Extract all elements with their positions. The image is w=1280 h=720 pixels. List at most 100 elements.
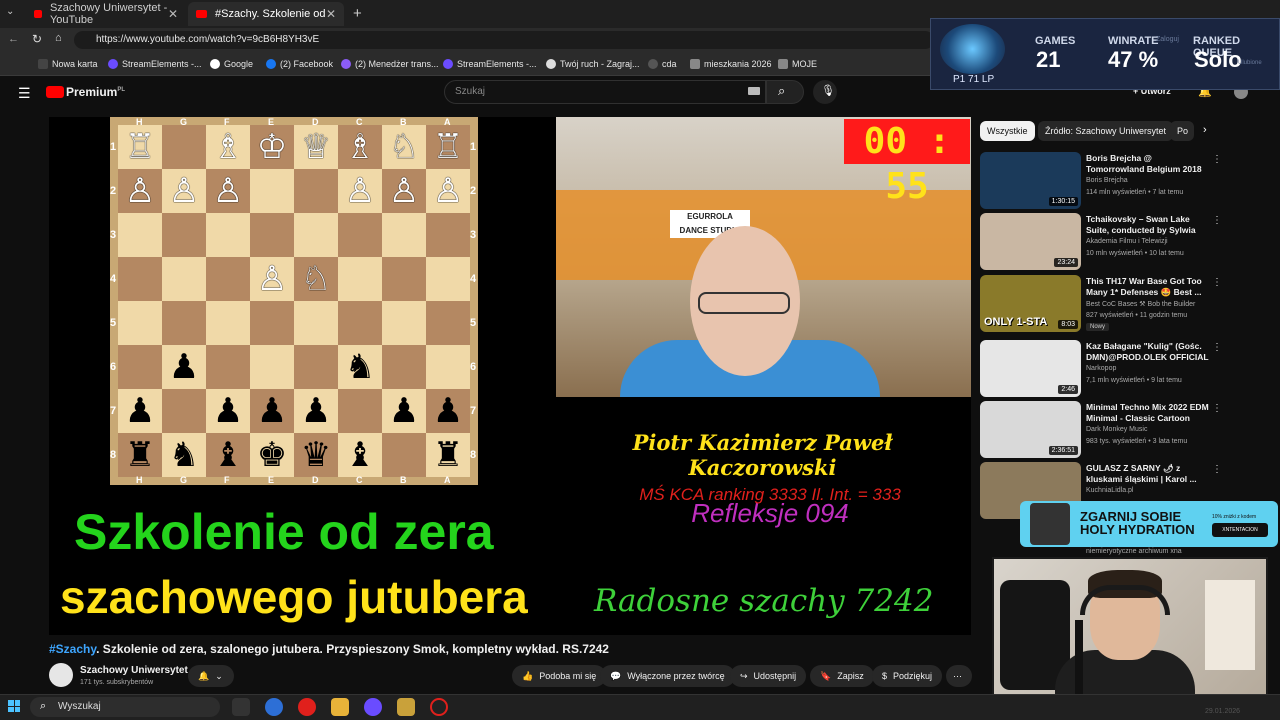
more-options-icon[interactable]: ⋮ xyxy=(1212,464,1222,475)
like-button[interactable]: 👍 Podoba mi się xyxy=(512,665,607,687)
windows-start-icon[interactable] xyxy=(8,700,20,712)
youtube-logo-icon[interactable] xyxy=(46,86,64,98)
recommendation-channel[interactable]: Narkopop xyxy=(1086,365,1116,372)
recommendation-title[interactable]: This TH17 War Base Got Too Many 1* Defen… xyxy=(1086,276,1210,298)
white-pawn-icon: ♙ xyxy=(256,259,288,299)
tab-video[interactable]: #Szachy. Szkolenie od zera, sz ✕ xyxy=(188,2,344,26)
recommendation-item[interactable]: 23:24 Tchaikovsky – Swan Lake Suite, cond… xyxy=(980,213,1270,270)
recommendation-item[interactable]: 1:30:15 Boris Brejcha @ Tomorrowland Belg… xyxy=(980,152,1270,209)
address-bar[interactable]: https://www.youtube.com/watch?v=9cB6H8YH… xyxy=(74,31,934,49)
recommendation-channel[interactable]: Akademia Filmu i Telewizji xyxy=(1086,238,1168,245)
file-explorer-icon[interactable] xyxy=(331,698,349,716)
recommendation-channel[interactable]: KuchniaLidla.pl xyxy=(1086,487,1133,494)
keyboard-icon[interactable] xyxy=(748,87,760,95)
obs-icon[interactable] xyxy=(430,698,448,716)
bookmark-item[interactable]: StreamElements -... xyxy=(108,56,202,72)
recommendation-channel[interactable]: Boris Brejcha xyxy=(1086,177,1128,184)
board-square xyxy=(338,301,382,345)
dislike-disabled-button[interactable]: 💬 Wyłączone przez twórcę xyxy=(600,665,735,687)
white-pawn-icon: ♙ xyxy=(388,171,420,211)
discord-icon[interactable] xyxy=(364,698,382,716)
file-label: A xyxy=(444,475,451,485)
bookmark-item[interactable]: cda xyxy=(648,56,677,72)
thanks-button[interactable]: $ Podziękuj xyxy=(872,665,943,687)
board-square xyxy=(250,169,294,213)
chip-source-channel[interactable]: Źródło: Szachowy Uniwersytet xyxy=(1038,121,1174,141)
recommendation-meta: 983 tys. wyświetleń • 3 lata temu xyxy=(1086,438,1188,445)
more-options-icon[interactable]: ⋮ xyxy=(1212,154,1222,165)
duration-badge: 8:03 xyxy=(1058,320,1078,329)
more-actions-button[interactable]: ⋯ xyxy=(946,665,972,687)
youtube-premium-logo[interactable]: PremiumPL xyxy=(66,85,125,99)
bookmark-item[interactable]: Nowa karta xyxy=(38,56,98,72)
queue-value: Solo xyxy=(1194,47,1242,72)
ad-code-button[interactable]: XNTENTACION xyxy=(1212,523,1268,537)
black-rook-icon: ♜ xyxy=(124,435,156,475)
black-pawn-icon: ♟ xyxy=(432,391,464,431)
recommendation-item[interactable]: ONLY 1-STA 8:03 This TH17 War Base Got Too… xyxy=(980,275,1270,332)
chip-all[interactable]: Wszystkie xyxy=(980,121,1035,141)
bookmark-folder[interactable]: MOJE xyxy=(778,56,817,72)
bookmark-item[interactable]: StreamElements -... xyxy=(443,56,537,72)
recommendation-title[interactable]: GULASZ Z SARNY 🌶 z kluskami śląskimi | K… xyxy=(1086,463,1210,485)
channel-avatar[interactable] xyxy=(49,663,73,687)
video-title: #Szachy. Szkolenie od zera, szalonego ju… xyxy=(49,642,609,656)
recommendation-title[interactable]: Minimal Techno Mix 2022 EDM Minimal - Cl… xyxy=(1086,402,1210,424)
recommendation-title[interactable]: Kaz Bałagane "Kulig" (Gośc. DMN)@PROD.OL… xyxy=(1086,341,1210,363)
task-view-icon[interactable] xyxy=(232,698,250,716)
video-thumbnail[interactable]: 23:24 xyxy=(980,213,1081,270)
tab-channel[interactable]: Szachowy Uniwersytet - YouTube ✕ xyxy=(26,2,186,26)
video-thumbnail[interactable]: 2:36:51 xyxy=(980,401,1081,458)
hashtag-link[interactable]: #Szachy xyxy=(49,642,96,656)
bookmark-folder[interactable]: mieszkania 2026 xyxy=(690,56,772,72)
close-tab-icon[interactable]: ✕ xyxy=(168,7,178,21)
subscribe-bell-button[interactable]: 🔔 ⌄ xyxy=(188,665,234,687)
search-icon: ⌕ xyxy=(778,83,786,98)
bookmark-item[interactable]: (2) Facebook xyxy=(266,56,333,72)
recommendation-channel[interactable]: Best CoC Bases ⚒ Bob the Builder xyxy=(1086,300,1195,308)
more-options-icon[interactable]: ⋮ xyxy=(1212,215,1222,226)
taskbar-search-input[interactable]: Wyszukaj xyxy=(30,697,220,717)
reload-icon[interactable]: ↻ xyxy=(32,32,42,46)
games-value: 21 xyxy=(1036,47,1061,72)
recommendation-meta: 7,1 mln wyświetleń • 9 lat temu xyxy=(1086,377,1182,384)
board-square xyxy=(118,213,162,257)
rank-label: 8 xyxy=(470,449,477,461)
league-client-icon[interactable] xyxy=(397,698,415,716)
bookmark-item[interactable]: (2) Menedżer trans... xyxy=(341,56,439,72)
globe-icon xyxy=(648,59,658,69)
menu-icon[interactable]: ☰ xyxy=(18,85,31,102)
search-input[interactable]: Szukaj xyxy=(444,80,766,104)
home-icon[interactable]: ⌂ xyxy=(55,32,62,44)
recommendation-item[interactable]: 2:36:51 Minimal Techno Mix 2022 EDM Minim… xyxy=(980,401,1270,458)
more-options-icon[interactable]: ⋮ xyxy=(1212,342,1222,353)
board-square xyxy=(206,345,250,389)
recommendation-item[interactable]: 2:46 Kaz Bałagane "Kulig" (Gośc. DMN)@PRO… xyxy=(980,340,1270,397)
close-tab-icon[interactable]: ✕ xyxy=(326,7,336,21)
opera-icon[interactable] xyxy=(298,698,316,716)
white-rook-icon: ♖ xyxy=(432,127,464,167)
subscriber-count: 171 tys. subskrybentów xyxy=(80,679,154,686)
recommendation-title[interactable]: Boris Brejcha @ Tomorrowland Belgium 201… xyxy=(1086,153,1210,175)
video-thumbnail[interactable]: 1:30:15 xyxy=(980,152,1081,209)
file-label: G xyxy=(180,117,188,127)
chevron-right-icon[interactable]: › xyxy=(1203,124,1207,136)
rank-label: 7 xyxy=(110,405,117,417)
new-tab-icon[interactable]: + xyxy=(353,5,362,22)
channel-name[interactable]: Szachowy Uniwersytet xyxy=(80,665,188,676)
video-thumbnail[interactable]: ONLY 1-STA 8:03 xyxy=(980,275,1081,332)
bookmark-item[interactable]: Google xyxy=(210,56,253,72)
edge-icon[interactable] xyxy=(265,698,283,716)
share-button[interactable]: ↪ Udostępnij xyxy=(730,665,807,687)
recommendation-meta: 827 wyświetleń • 11 godzin temu xyxy=(1086,312,1188,319)
video-thumbnail[interactable]: 2:46 xyxy=(980,340,1081,397)
recommendation-title[interactable]: Tchaikovsky – Swan Lake Suite, conducted… xyxy=(1086,214,1210,236)
tab-list-icon[interactable]: ⌄ xyxy=(6,6,14,17)
more-options-icon[interactable]: ⋮ xyxy=(1212,277,1222,288)
recommendation-channel[interactable]: Dark Monkey Music xyxy=(1086,426,1147,433)
bookmark-item[interactable]: Twój ruch - Zagraj... xyxy=(546,56,640,72)
back-icon[interactable]: ← xyxy=(8,33,19,45)
save-button[interactable]: 🔖 Zapisz xyxy=(810,665,874,687)
chip-partial[interactable]: Po xyxy=(1170,121,1194,141)
more-options-icon[interactable]: ⋮ xyxy=(1212,403,1222,414)
